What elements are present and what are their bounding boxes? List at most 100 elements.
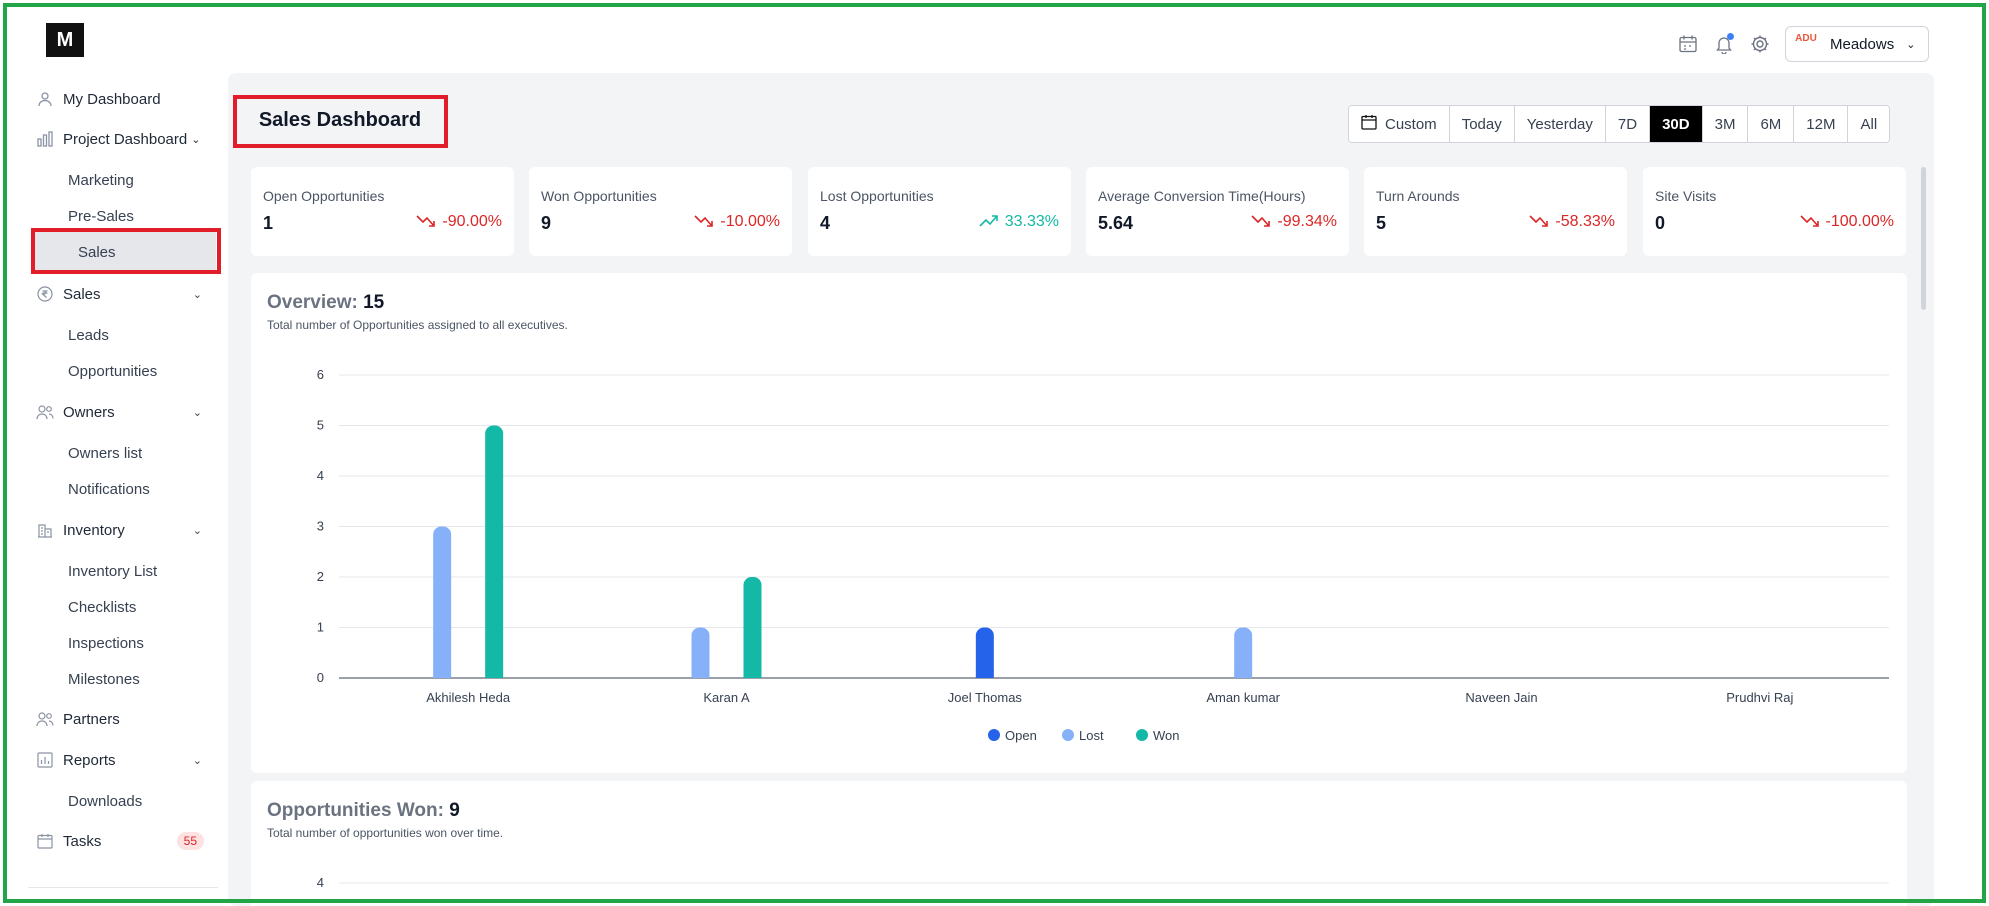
kpi-delta: 33.33%	[979, 213, 1059, 231]
kpi-delta: -99.34%	[1251, 213, 1337, 231]
legend-label: Open	[1005, 728, 1037, 743]
sidebar-item-marketing[interactable]: Marketing	[68, 169, 134, 191]
kpi-delta-value: -99.34%	[1277, 213, 1337, 230]
trend-down-icon	[416, 214, 436, 231]
user-icon	[36, 90, 54, 108]
building-icon	[36, 521, 54, 539]
sidebar-item-partners[interactable]: Partners	[36, 708, 216, 730]
kpi-label: Site Visits	[1655, 188, 1717, 204]
kpi-value: 9	[541, 213, 552, 233]
sidebar-item-sales[interactable]: Sales ⌄	[36, 283, 216, 305]
calendar-icon	[1361, 114, 1377, 134]
sidebar-item-label: Owners	[63, 403, 115, 421]
bar-base	[485, 670, 504, 678]
chevron-down-icon: ⌄	[192, 406, 202, 419]
trend-down-icon	[1799, 214, 1820, 231]
report-chart-icon	[36, 751, 54, 769]
bar-base	[433, 670, 452, 678]
sidebar-item-inspections[interactable]: Inspections	[68, 632, 144, 654]
bell-icon[interactable]	[1713, 33, 1735, 55]
sidebar-item-owners[interactable]: Owners ⌄	[36, 401, 216, 423]
chevron-down-icon: ⌄	[191, 133, 201, 146]
kpi-value: 4	[820, 213, 831, 233]
sidebar-item-project-dashboard[interactable]: Project Dashboard ⌄	[36, 128, 216, 150]
kpi-value: 5	[1376, 213, 1387, 233]
kpi-delta-value: -100.00%	[1825, 213, 1895, 230]
sidebar-item-label: My Dashboard	[63, 90, 161, 108]
range-3m-button[interactable]: 3M	[1702, 106, 1749, 142]
x-tick-label: Karan A	[703, 690, 750, 705]
kpi-delta-value: -90.00%	[442, 213, 502, 230]
kpi-card: Turn Arounds 5 -58.33%	[1364, 167, 1627, 256]
legend-swatch	[1062, 729, 1074, 741]
kpi-label: Lost Opportunities	[820, 188, 934, 204]
overview-bar-chart: 0 1 2 3 4 5 6 Akhilesh Heda Karan A Joel Thomas Am…	[317, 367, 1889, 743]
sidebar-item-reports[interactable]: Reports ⌄	[36, 749, 216, 771]
calendar-icon[interactable]	[1677, 33, 1699, 55]
trend-down-icon	[1529, 214, 1549, 231]
sidebar-item-checklists[interactable]: Checklists	[68, 596, 136, 618]
kpi-label: Won Opportunities	[541, 188, 657, 204]
bar-base	[975, 670, 994, 678]
sidebar-item-my-dashboard[interactable]: My Dashboard	[36, 88, 216, 110]
chevron-down-icon: ⌄	[192, 288, 202, 301]
sidebar-item-tasks[interactable]: Tasks 55	[36, 830, 216, 852]
y-tick-label: 2	[317, 569, 324, 584]
legend-swatch	[1136, 729, 1148, 741]
kpi-card: Lost Opportunities 4 33.33%	[808, 167, 1071, 256]
bar-lost	[433, 526, 452, 678]
sidebar-item-leads[interactable]: Leads	[68, 324, 109, 346]
sidebar-item-inventory[interactable]: Inventory ⌄	[36, 519, 216, 541]
range-6m-button[interactable]: 6M	[1748, 106, 1795, 142]
bar-won	[485, 425, 504, 678]
sidebar-item-inventory-list[interactable]: Inventory List	[68, 560, 157, 582]
org-switcher-button[interactable]: ADU Meadows ⌄	[1785, 26, 1929, 62]
x-tick-label: Prudhvi Raj	[1726, 690, 1793, 705]
sidebar-item-pre-sales[interactable]: Pre-Sales	[68, 205, 134, 227]
gear-icon[interactable]	[1749, 33, 1771, 55]
y-tick-label: 5	[317, 418, 324, 433]
bar-chart-icon	[36, 130, 54, 148]
kpi-card: Average Conversion Time(Hours) 5.64 -99.34…	[1086, 167, 1349, 256]
y-tick-label: 0	[317, 670, 324, 685]
tasks-count-badge: 55	[176, 832, 204, 850]
bar-won	[743, 577, 762, 678]
users-icon	[36, 710, 54, 728]
sidebar-item-notifications[interactable]: Notifications	[68, 478, 150, 500]
range-yesterday-button[interactable]: Yesterday	[1514, 106, 1606, 142]
x-tick-label: Akhilesh Heda	[426, 690, 511, 705]
sidebar-item-label: Inventory	[63, 521, 125, 539]
range-today-button[interactable]: Today	[1449, 106, 1515, 142]
notification-dot	[1727, 33, 1734, 40]
range-all-button[interactable]: All	[1848, 106, 1890, 142]
page-title: Sales Dashboard	[258, 108, 422, 131]
kpi-value: 1	[263, 213, 274, 233]
rupee-icon	[36, 285, 54, 303]
kpi-delta: -100.00%	[1799, 213, 1895, 231]
scrollbar[interactable]	[1921, 167, 1926, 310]
opportunities-won-chart: 4	[317, 875, 1889, 890]
range-7d-button[interactable]: 7D	[1605, 106, 1651, 142]
kpi-label: Average Conversion Time(Hours)	[1098, 188, 1306, 204]
kpi-card: Open Opportunities 1 -90.00%	[251, 167, 514, 256]
app-logo[interactable]: M	[46, 23, 84, 57]
kpi-delta: -58.33%	[1529, 213, 1615, 231]
sidebar-item-opportunities[interactable]: Opportunities	[68, 360, 157, 382]
users-icon	[36, 403, 54, 421]
kpi-delta: -90.00%	[416, 213, 502, 231]
kpi-delta-value: -10.00%	[720, 213, 780, 230]
sidebar-item-sales-active[interactable]: Sales	[78, 241, 116, 263]
kpi-value: 0	[1655, 213, 1666, 233]
range-custom-button[interactable]: Custom	[1349, 106, 1450, 142]
sidebar-item-milestones[interactable]: Milestones	[68, 668, 140, 690]
range-12m-button[interactable]: 12M	[1794, 106, 1849, 142]
sidebar-active-highlight	[32, 230, 216, 270]
sidebar-item-owners-list[interactable]: Owners list	[68, 442, 142, 464]
org-name: Meadows	[1830, 35, 1895, 53]
kpi-delta: -10.00%	[694, 213, 780, 231]
range-30d-button[interactable]: 30D	[1650, 106, 1703, 142]
trend-up-icon	[979, 214, 999, 231]
kpi-label: Turn Arounds	[1376, 188, 1460, 204]
x-tick-label: Joel Thomas	[948, 690, 1023, 705]
sidebar-item-downloads[interactable]: Downloads	[68, 790, 142, 812]
